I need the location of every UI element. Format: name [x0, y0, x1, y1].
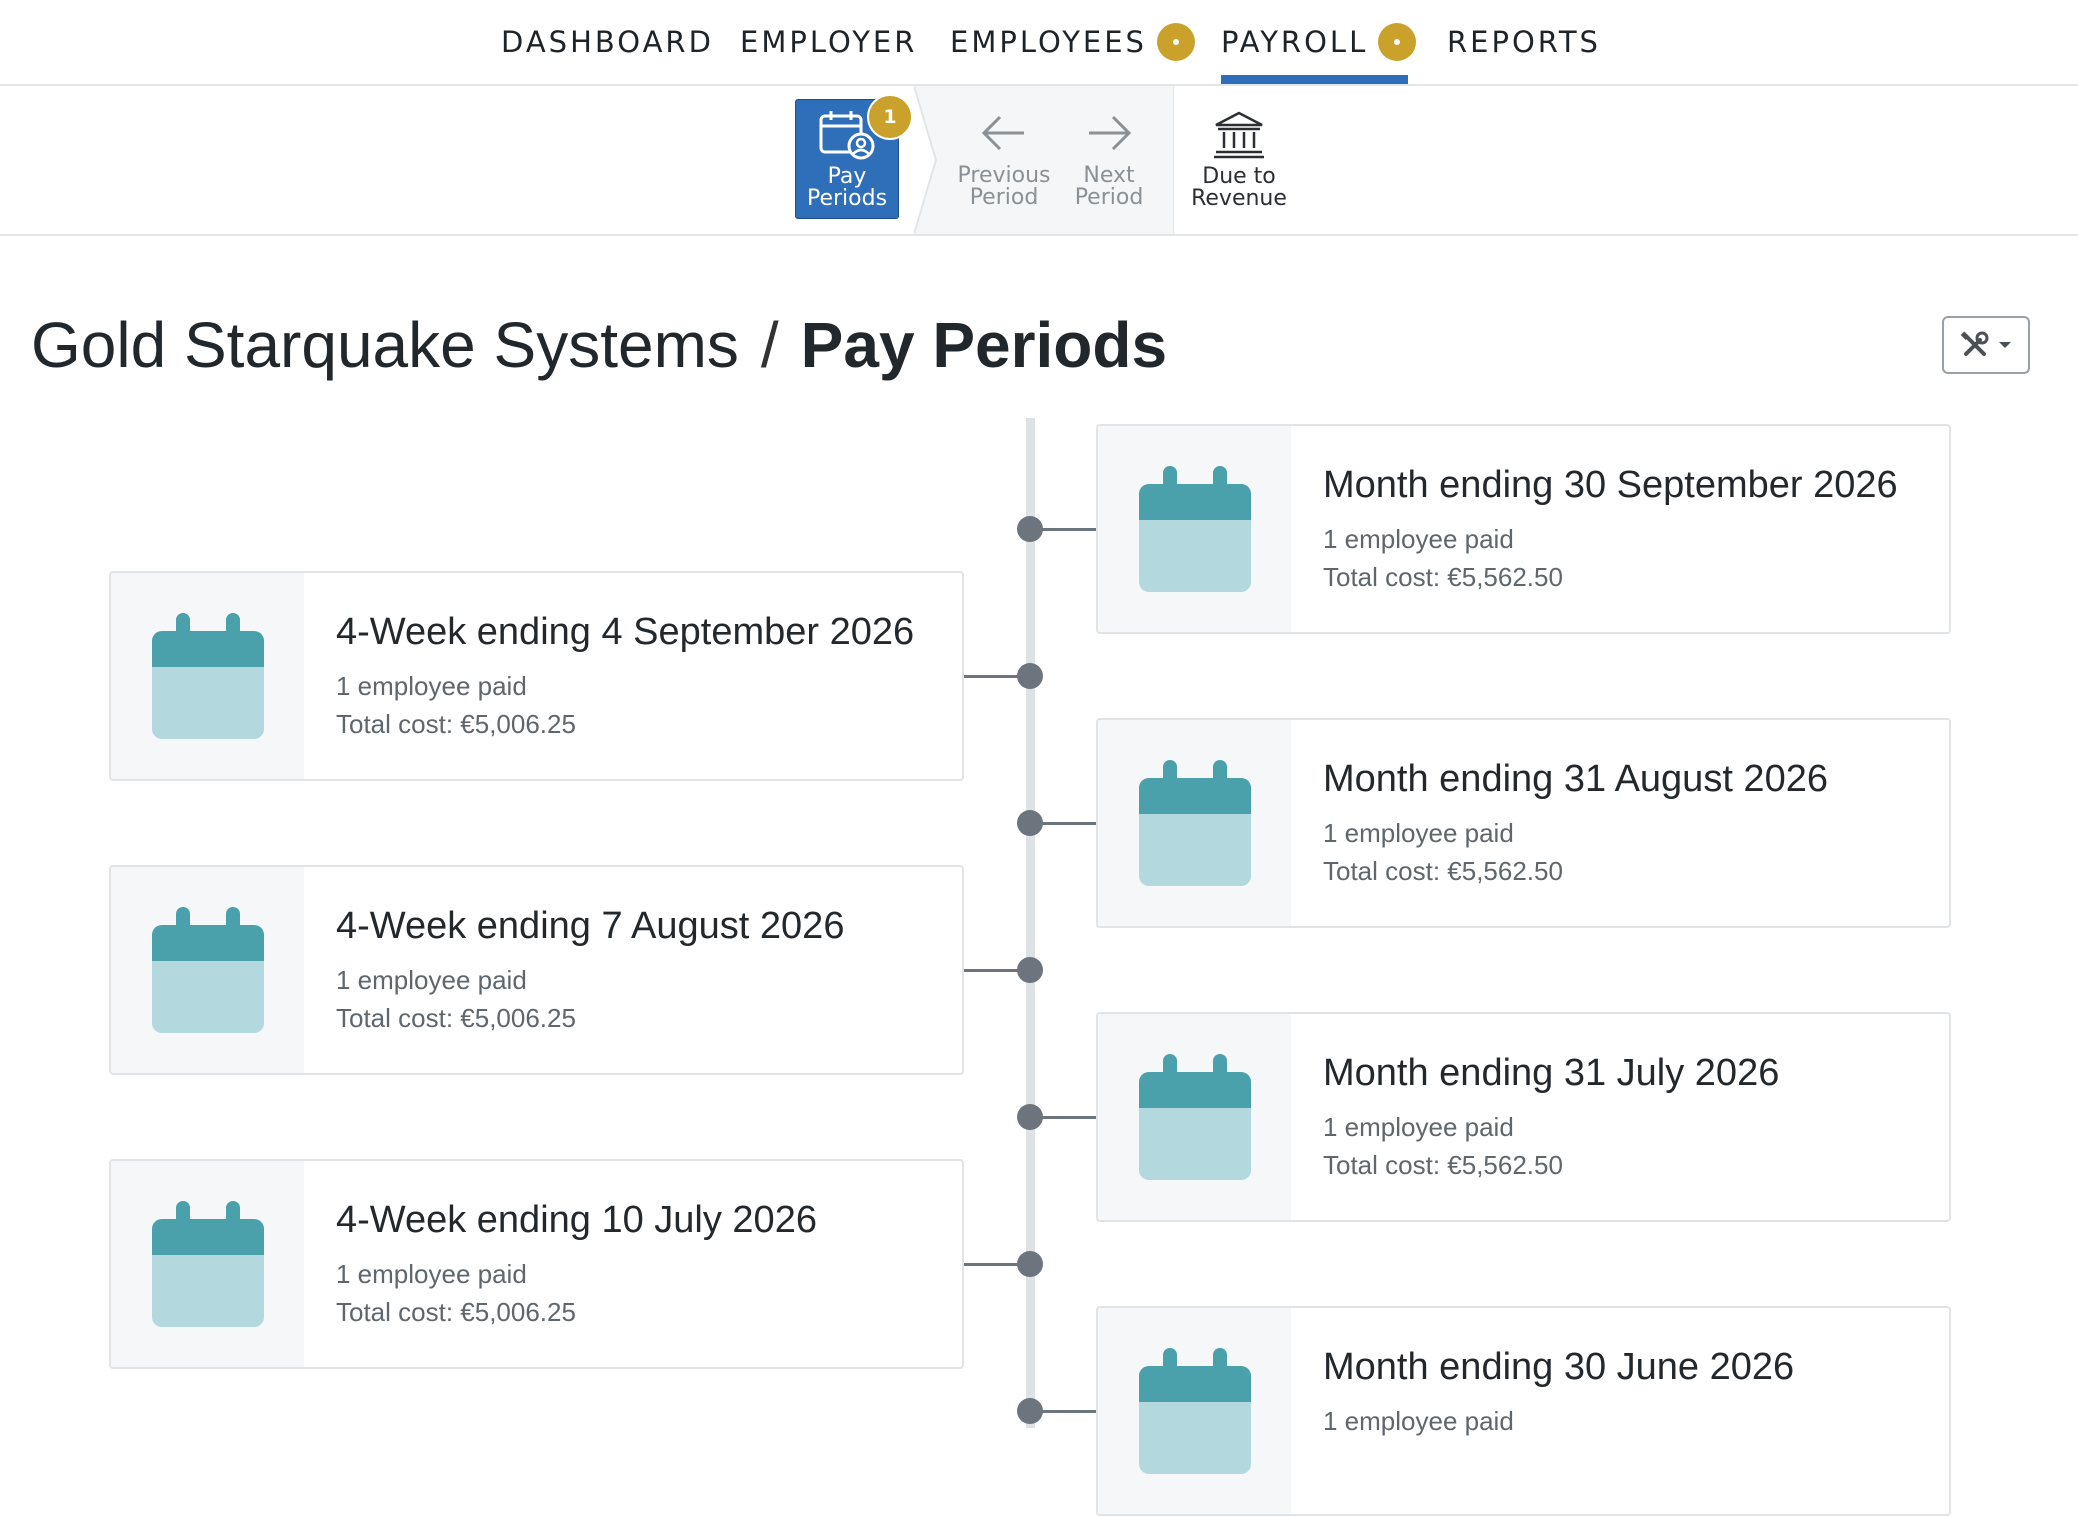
card-body: Month ending 30 June 2026 1 employee paid — [1291, 1308, 1794, 1514]
caret-down-icon — [1999, 342, 2011, 348]
nav-employer-label: EMPLOYER — [740, 25, 918, 59]
tools-icon — [1960, 331, 1989, 356]
total-cost: Total cost: €5,562.50 — [1323, 562, 1563, 592]
card-icon-area — [1098, 1014, 1291, 1220]
previous-period-label-line1: Previous — [957, 163, 1051, 188]
pay-periods-count-badge: 1 — [867, 94, 913, 140]
card-icon-area — [1098, 426, 1291, 632]
calendar-icon — [151, 1201, 264, 1327]
calendar-icon — [1138, 466, 1251, 592]
previous-period-button[interactable]: Previous Period — [950, 86, 1058, 234]
settings-dropdown-button[interactable] — [1942, 316, 2030, 374]
calendar-icon — [151, 613, 264, 739]
pay-periods-label-line2: Periods — [806, 186, 888, 211]
pay-period-card[interactable]: Month ending 31 July 2026 1 employee paid… — [1096, 1012, 1951, 1222]
calendar-icon — [1138, 1348, 1251, 1474]
nav-dashboard-label: DASHBOARD — [501, 25, 714, 59]
due-to-revenue-label-line2: Revenue — [1191, 186, 1287, 211]
card-icon-area — [1098, 1308, 1291, 1514]
pay-period-card[interactable]: Month ending 30 June 2026 1 employee paid — [1096, 1306, 1951, 1516]
card-body: 4-Week ending 10 July 2026 1 employee pai… — [304, 1161, 817, 1367]
pay-period-card[interactable]: 4-Week ending 4 September 2026 1 employee… — [109, 571, 964, 781]
nav-reports-label: REPORTS — [1447, 25, 1601, 59]
due-to-revenue-label-line1: Due to — [1202, 164, 1276, 189]
previous-period-label-line2: Period — [969, 185, 1039, 210]
period-title: 4-Week ending 10 July 2026 — [336, 1199, 817, 1241]
top-navigation: DASHBOARD EMPLOYER EMPLOYEES PAYROLL REP… — [0, 0, 2078, 86]
period-title: 4-Week ending 4 September 2026 — [336, 611, 915, 653]
timeline-node — [1017, 1398, 1043, 1424]
employees-paid: 1 employee paid — [336, 1259, 527, 1289]
arrow-right-icon — [1089, 115, 1132, 151]
pay-period-card[interactable]: 4-Week ending 10 July 2026 1 employee pai… — [109, 1159, 964, 1369]
next-period-label-line2: Period — [1074, 185, 1144, 210]
period-title: Month ending 30 June 2026 — [1323, 1346, 1795, 1388]
card-body: 4-Week ending 4 September 2026 1 employee… — [304, 573, 914, 779]
nav-reports[interactable]: REPORTS — [1447, 0, 1601, 84]
calendar-icon — [151, 907, 264, 1033]
next-period-button[interactable]: Next Period — [1066, 86, 1152, 234]
due-to-revenue-button[interactable]: Due to Revenue — [1184, 86, 1294, 234]
card-body: Month ending 30 September 2026 1 employee… — [1291, 426, 1898, 632]
employees-paid: 1 employee paid — [336, 671, 527, 701]
period-title: Month ending 30 September 2026 — [1323, 464, 1898, 506]
toolbar-chevron-divider — [914, 86, 938, 234]
nav-employer[interactable]: EMPLOYER — [740, 0, 917, 84]
pay-period-card[interactable]: Month ending 30 September 2026 1 employee… — [1096, 424, 1951, 634]
page-title: Pay Periods — [800, 309, 1168, 381]
total-cost: Total cost: €5,006.25 — [336, 709, 576, 739]
timeline-node — [1017, 1251, 1043, 1277]
arrow-left-icon — [981, 115, 1024, 151]
active-tab-indicator — [1221, 75, 1408, 84]
card-body: Month ending 31 July 2026 1 employee paid… — [1291, 1014, 1779, 1220]
total-cost: Total cost: €5,562.50 — [1323, 856, 1563, 886]
period-title: Month ending 31 August 2026 — [1323, 758, 1828, 800]
page-heading: Gold Starquake Systems / Pay Periods — [31, 300, 1167, 390]
employees-paid: 1 employee paid — [1323, 1406, 1514, 1436]
employees-paid: 1 employee paid — [1323, 524, 1514, 554]
timeline-node — [1017, 957, 1043, 983]
total-cost: Total cost: €5,562.50 — [1323, 1150, 1563, 1180]
timeline-node — [1017, 1104, 1043, 1130]
card-icon-area — [111, 573, 304, 779]
notification-dot-icon — [1378, 23, 1417, 61]
card-icon-area — [1098, 720, 1291, 926]
nav-dashboard[interactable]: DASHBOARD — [501, 0, 714, 84]
employees-paid: 1 employee paid — [336, 965, 527, 995]
calendar-icon — [1138, 760, 1251, 886]
toolbar: Pay Periods 1 Previous Period Next Perio… — [0, 86, 2078, 236]
pay-period-card[interactable]: 4-Week ending 7 August 2026 1 employee pa… — [109, 865, 964, 1075]
nav-employees[interactable]: EMPLOYEES — [950, 0, 1195, 84]
pay-period-card[interactable]: Month ending 31 August 2026 1 employee pa… — [1096, 718, 1951, 928]
timeline-node — [1017, 516, 1043, 542]
company-name: Gold Starquake Systems — [31, 309, 739, 381]
card-icon-area — [111, 867, 304, 1073]
card-body: Month ending 31 August 2026 1 employee pa… — [1291, 720, 1828, 926]
calendar-icon — [1138, 1054, 1251, 1180]
period-title: Month ending 31 July 2026 — [1323, 1052, 1780, 1094]
next-period-label-line1: Next — [1083, 163, 1135, 188]
timeline-node — [1017, 663, 1043, 689]
nav-employees-label: EMPLOYEES — [950, 25, 1147, 59]
card-body: 4-Week ending 7 August 2026 1 employee pa… — [304, 867, 844, 1073]
pay-periods-label-line1: Pay — [827, 164, 867, 189]
total-cost: Total cost: €5,006.25 — [336, 1297, 576, 1327]
employees-paid: 1 employee paid — [1323, 818, 1514, 848]
breadcrumb-separator: / — [760, 309, 779, 381]
nav-payroll-label: PAYROLL — [1221, 25, 1369, 59]
total-cost: Total cost: €5,006.25 — [336, 1003, 576, 1033]
notification-dot-icon — [1156, 23, 1195, 61]
bank-icon — [1214, 111, 1264, 159]
nav-payroll[interactable]: PAYROLL — [1221, 0, 1417, 84]
card-icon-area — [111, 1161, 304, 1367]
timeline-node — [1017, 810, 1043, 836]
period-title: 4-Week ending 7 August 2026 — [336, 905, 845, 947]
employees-paid: 1 employee paid — [1323, 1112, 1514, 1142]
